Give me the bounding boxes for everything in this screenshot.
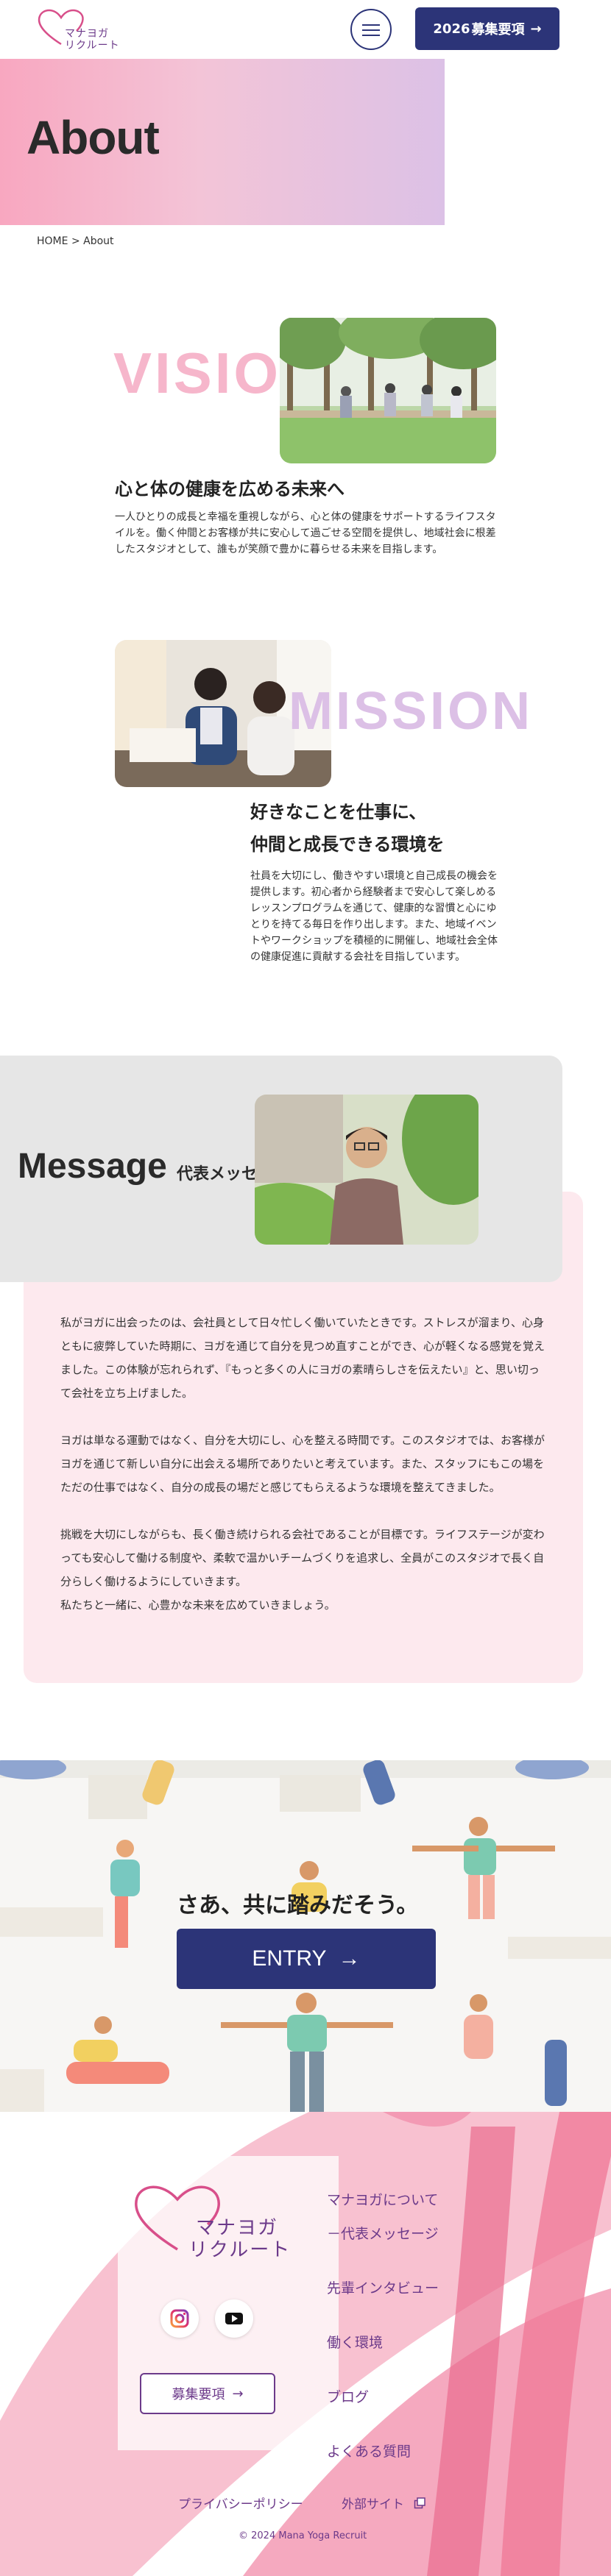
mission-word: MISSION: [289, 682, 534, 741]
mission-heading-line2: 仲間と成長できる環境を: [250, 834, 445, 855]
vision-photo: [280, 318, 496, 463]
header-recruit-button[interactable]: 2026 募集要項 →: [415, 7, 559, 50]
footer-nav-faq[interactable]: よくある質問: [327, 2441, 411, 2461]
message-paragraph: ヨガは単なる運動ではなく、自分を大切にし、心を整える時間です。このスタジオでは、…: [60, 1434, 545, 1494]
vision-text: 一人ひとりの成長と幸福を重視しながら、心と体の健康をサポートするライフスタイルを…: [115, 511, 496, 555]
message-body: 私がヨガに出会ったのは、会社員として日々忙しく働いていたときです。ストレスが溜ま…: [60, 1311, 546, 1640]
footer-logo-line2: リクルート: [188, 2239, 292, 2261]
message-paragraph: 私がヨガに出会ったのは、会社員として日々忙しく働いていたときです。ストレスが溜ま…: [60, 1316, 545, 1400]
copyright: © 2024 Mana Yoga Recruit: [239, 2530, 367, 2541]
youtube-icon: [225, 2313, 243, 2324]
vision-heading: 心と体の健康を広める未来へ: [115, 479, 345, 499]
mission-heading: 好きなことを仕事に、 仲間と成長できる環境を: [250, 796, 445, 861]
recruit-label: 募集要項: [471, 22, 525, 38]
site-header: マナヨガ リクルート 2026 募集要項 →: [0, 0, 611, 59]
message-paragraph: 挑戦を大切にしながらも、長く働き続けられる会社であることが目標です。ライフステー…: [60, 1528, 545, 1612]
footer-nav-interview[interactable]: 先輩インタビュー: [327, 2277, 439, 2297]
instagram-button[interactable]: [160, 2299, 199, 2338]
logo-line2: リクルート: [65, 40, 120, 51]
footer-logo-line1: マナヨガ: [196, 2217, 279, 2239]
breadcrumb-home[interactable]: HOME: [37, 235, 68, 247]
footer-nav-message[interactable]: －代表メッセージ: [327, 2223, 439, 2243]
entry-button-label: ENTRY: [252, 1946, 327, 1971]
page-title: About: [27, 111, 160, 164]
logo-line1: マナヨガ: [65, 28, 109, 40]
entry-button[interactable]: ENTRY →: [177, 1929, 436, 1989]
external-site-label: 外部サイト: [342, 2497, 404, 2512]
recruit-year: 2026: [433, 21, 470, 37]
breadcrumb-current: About: [83, 235, 114, 247]
mission-heading-line1: 好きなことを仕事に、: [250, 802, 427, 822]
footer-nav-blog[interactable]: ブログ: [327, 2386, 369, 2406]
arrow-right-icon: →: [232, 2385, 244, 2402]
arrow-right-icon: →: [338, 1946, 361, 1971]
ceo-photo: [255, 1095, 478, 1245]
footer-logo[interactable]: マナヨガ リクルート: [130, 2177, 306, 2273]
footer-nav-about[interactable]: マナヨガについて: [327, 2189, 438, 2209]
external-link-icon: [414, 2497, 426, 2509]
site-logo[interactable]: マナヨガ リクルート: [35, 6, 124, 57]
arrow-right-icon: →: [530, 21, 542, 37]
instagram-icon: [170, 2309, 189, 2328]
entry-heading: さあ、共に踏みだそう。: [177, 1893, 419, 1918]
breadcrumb-separator: >: [71, 235, 80, 247]
footer-recruit-label: 募集要項: [172, 2387, 225, 2402]
footer-nav-environment[interactable]: 働く環境: [327, 2332, 383, 2352]
footer-recruit-button[interactable]: 募集要項 →: [140, 2373, 275, 2414]
youtube-button[interactable]: [215, 2299, 253, 2338]
external-site-link[interactable]: 外部サイト: [342, 2494, 426, 2512]
menu-line-icon: [362, 24, 380, 26]
menu-line-icon: [362, 35, 380, 36]
privacy-policy-link[interactable]: プライバシーポリシー: [178, 2494, 303, 2512]
menu-button[interactable]: [350, 9, 392, 50]
menu-line-icon: [362, 29, 380, 31]
breadcrumb: HOME > About: [37, 235, 114, 247]
message-title: Message: [18, 1147, 167, 1186]
mission-text: 社員を大切にし、働きやすい環境と自己成長の機会を提供します。初心者から経験者まで…: [250, 870, 498, 963]
